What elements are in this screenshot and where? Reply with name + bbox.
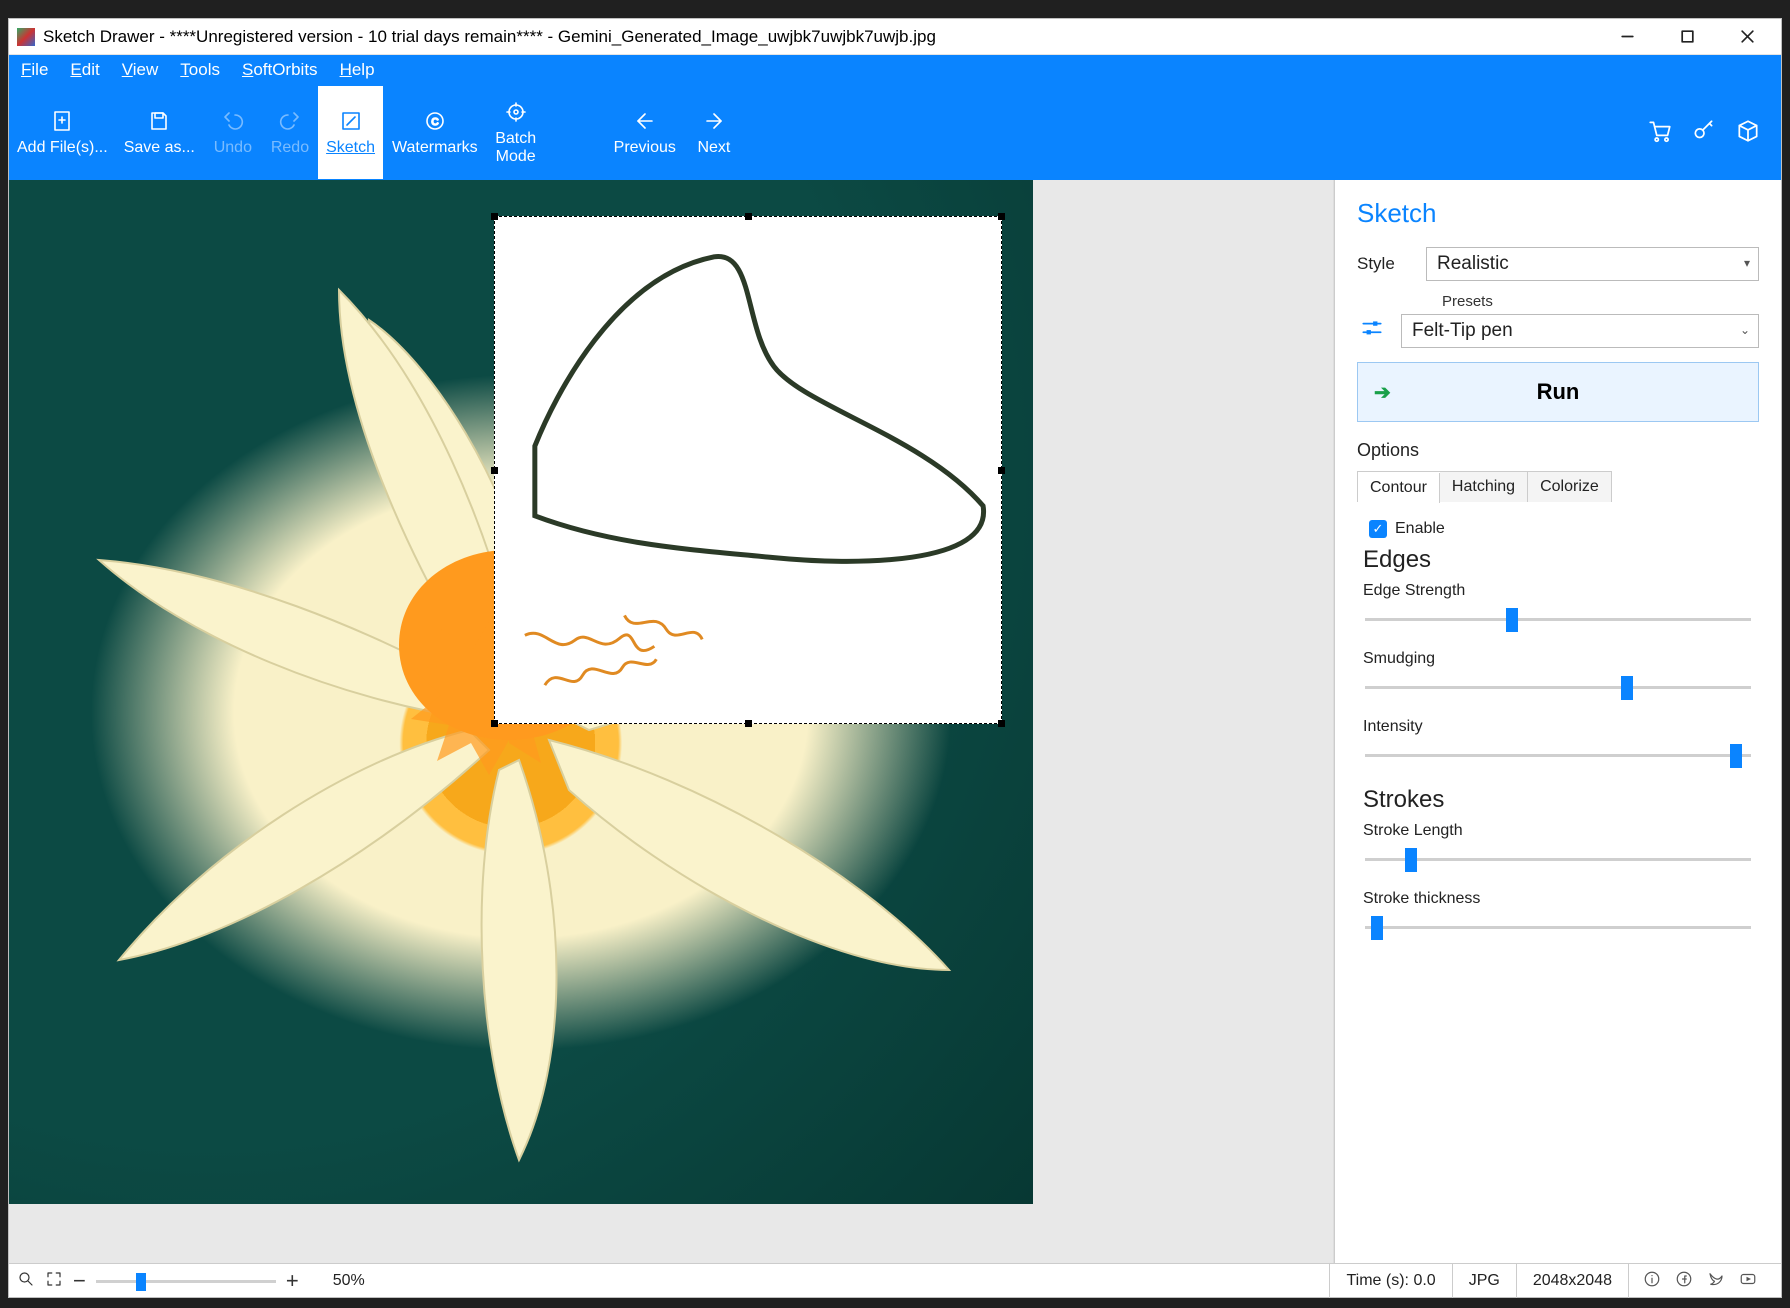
batch-label-2: Mode — [496, 148, 536, 166]
zoom-tool-icon[interactable] — [17, 1270, 35, 1291]
presets-value: Felt-Tip pen — [1412, 320, 1513, 342]
batch-label-1: Batch — [495, 130, 536, 148]
info-icon[interactable] — [1643, 1270, 1661, 1291]
workspace: Sketch Style Realistic ▾ Presets Felt-Ti… — [9, 180, 1781, 1263]
maximize-button[interactable] — [1657, 19, 1717, 55]
key-icon[interactable] — [1691, 117, 1717, 148]
undo-button[interactable]: Undo — [203, 85, 263, 180]
status-format: JPG — [1452, 1264, 1516, 1298]
chevron-down-icon: ⌄ — [1740, 323, 1750, 337]
redo-icon — [278, 109, 302, 135]
app-window: Sketch Drawer - ****Unregistered version… — [8, 18, 1782, 1298]
intensity-slider[interactable] — [1365, 744, 1751, 768]
close-button[interactable] — [1717, 19, 1777, 55]
next-label: Next — [697, 139, 730, 157]
statusbar: − + 50% Time (s): 0.0 JPG 2048x2048 — [9, 1263, 1781, 1297]
status-time: Time (s): 0.0 — [1329, 1264, 1451, 1298]
style-value: Realistic — [1437, 253, 1509, 275]
save-icon — [147, 109, 171, 135]
chevron-down-icon: ▾ — [1744, 256, 1750, 270]
style-label: Style — [1357, 254, 1412, 274]
run-label: Run — [1537, 379, 1580, 405]
canvas-area[interactable] — [9, 180, 1334, 1263]
menubar: File Edit View Tools SoftOrbits Help — [9, 55, 1781, 85]
undo-icon — [221, 109, 245, 135]
titlebar: Sketch Drawer - ****Unregistered version… — [9, 19, 1781, 55]
ribbon: Add File(s)... Save as... Undo Redo Sket… — [9, 85, 1781, 180]
app-icon — [17, 28, 35, 46]
tab-hatching[interactable]: Hatching — [1440, 472, 1528, 502]
menu-help[interactable]: Help — [340, 60, 375, 80]
enable-checkbox[interactable]: ✓ Enable — [1369, 520, 1755, 538]
presets-settings-icon[interactable] — [1357, 316, 1387, 346]
cart-icon[interactable] — [1647, 117, 1673, 148]
next-button[interactable]: Next — [684, 85, 744, 180]
watermarks-icon: C — [423, 109, 447, 135]
undo-label: Undo — [214, 139, 252, 157]
check-icon: ✓ — [1369, 520, 1387, 538]
batch-icon — [504, 100, 528, 126]
zoom-slider[interactable] — [96, 1271, 276, 1291]
strokes-heading: Strokes — [1363, 786, 1755, 814]
batch-mode-button[interactable]: Batch Mode — [486, 85, 546, 180]
svg-text:C: C — [431, 117, 438, 128]
minimize-button[interactable] — [1597, 19, 1657, 55]
zoom-percent: 50% — [333, 1272, 365, 1290]
youtube-icon[interactable] — [1739, 1270, 1757, 1291]
redo-button[interactable]: Redo — [263, 85, 317, 180]
previous-icon — [633, 109, 657, 135]
add-files-button[interactable]: Add File(s)... — [9, 85, 116, 180]
twitter-icon[interactable] — [1707, 1270, 1725, 1291]
menu-softorbits[interactable]: SoftOrbits — [242, 60, 318, 80]
sketch-icon — [339, 109, 363, 135]
style-combo[interactable]: Realistic ▾ — [1426, 247, 1759, 281]
facebook-icon[interactable] — [1675, 1270, 1693, 1291]
intensity-label: Intensity — [1363, 718, 1755, 736]
edge-strength-slider[interactable] — [1365, 608, 1751, 632]
package-icon[interactable] — [1735, 117, 1761, 148]
status-dimensions: 2048x2048 — [1516, 1264, 1628, 1298]
smudging-slider[interactable] — [1365, 676, 1751, 700]
run-button[interactable]: ➔ Run — [1357, 362, 1759, 422]
preview-selection[interactable] — [494, 216, 1002, 724]
tab-colorize[interactable]: Colorize — [1528, 472, 1611, 502]
zoom-in-button[interactable]: + — [286, 1268, 299, 1294]
menu-view[interactable]: View — [122, 60, 159, 80]
menu-file[interactable]: File — [21, 60, 48, 80]
presets-label: Presets — [1442, 293, 1759, 310]
options-label: Options — [1357, 440, 1759, 461]
options-tabs: Contour Hatching Colorize — [1357, 471, 1612, 502]
tab-body-contour: ✓ Enable Edges Edge Strength Smudging In… — [1357, 502, 1759, 962]
previous-label: Previous — [614, 139, 676, 157]
watermarks-label: Watermarks — [392, 139, 478, 157]
side-panel: Sketch Style Realistic ▾ Presets Felt-Ti… — [1334, 180, 1781, 1263]
smudging-label: Smudging — [1363, 650, 1755, 668]
window-title: Sketch Drawer - ****Unregistered version… — [43, 27, 1597, 47]
previous-button[interactable]: Previous — [606, 85, 684, 180]
fit-screen-icon[interactable] — [45, 1270, 63, 1291]
menu-tools[interactable]: Tools — [180, 60, 220, 80]
presets-combo[interactable]: Felt-Tip pen ⌄ — [1401, 314, 1759, 348]
zoom-out-button[interactable]: − — [73, 1268, 86, 1294]
watermarks-button[interactable]: C Watermarks — [384, 85, 486, 180]
enable-label: Enable — [1395, 520, 1445, 538]
next-icon — [702, 109, 726, 135]
menu-edit[interactable]: Edit — [70, 60, 99, 80]
tab-contour[interactable]: Contour — [1358, 473, 1440, 503]
stroke-length-slider[interactable] — [1365, 848, 1751, 872]
sketch-tab-label: Sketch — [326, 139, 375, 157]
save-as-button[interactable]: Save as... — [116, 85, 203, 180]
stroke-length-label: Stroke Length — [1363, 822, 1755, 840]
edges-heading: Edges — [1363, 546, 1755, 574]
stroke-thickness-label: Stroke thickness — [1363, 890, 1755, 908]
save-as-label: Save as... — [124, 139, 195, 157]
edge-strength-label: Edge Strength — [1363, 582, 1755, 600]
add-file-icon — [50, 109, 74, 135]
sketch-tab-button[interactable]: Sketch — [317, 85, 384, 180]
panel-title: Sketch — [1357, 198, 1759, 229]
redo-label: Redo — [271, 139, 309, 157]
run-arrow-icon: ➔ — [1374, 380, 1391, 405]
stroke-thickness-slider[interactable] — [1365, 916, 1751, 940]
add-files-label: Add File(s)... — [17, 139, 108, 157]
